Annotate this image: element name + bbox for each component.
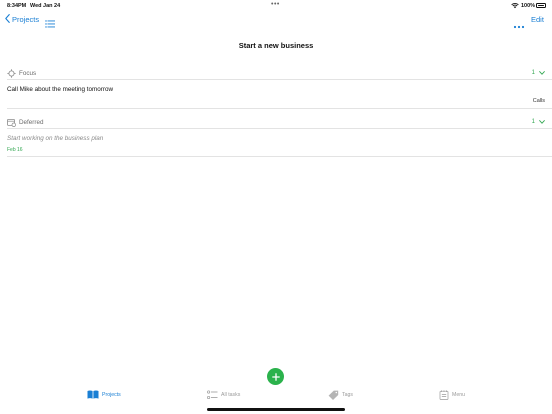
navigation-bar: Projects Edit	[0, 13, 552, 29]
section-label: Focus	[19, 69, 37, 77]
divider	[7, 79, 552, 80]
edit-button[interactable]: Edit	[531, 15, 544, 24]
chevron-down-icon[interactable]	[539, 70, 545, 77]
task-date: Feb 16	[7, 147, 23, 153]
status-date: Wed Jan 24	[30, 3, 61, 9]
task-title[interactable]: Call Mike about the meeting tomorrow	[7, 86, 113, 93]
tag-icon	[328, 390, 339, 400]
battery-percentage: 100%	[521, 3, 536, 9]
list-icon[interactable]	[45, 15, 55, 33]
checklist-icon	[207, 390, 218, 400]
tab-label: Menu	[452, 392, 465, 398]
section-label: Deferred	[19, 118, 44, 126]
task-title[interactable]: Start working on the business plan	[7, 135, 103, 142]
tab-bar: Projects All tasks Tags Menu	[0, 390, 552, 406]
divider	[7, 128, 552, 129]
focus-target-icon	[7, 68, 16, 78]
status-time: 8:34PM	[7, 3, 27, 9]
add-task-button[interactable]	[267, 368, 284, 385]
tab-tags[interactable]: Tags	[328, 390, 353, 400]
divider	[7, 108, 552, 109]
home-indicator[interactable]	[207, 408, 345, 411]
chevron-down-icon[interactable]	[539, 119, 545, 126]
divider	[7, 156, 552, 157]
book-icon	[87, 390, 99, 399]
tab-projects[interactable]: Projects	[87, 390, 121, 399]
task-tag[interactable]: Calls	[533, 98, 545, 104]
section-header-focus[interactable]: Focus 1	[7, 67, 547, 79]
back-button[interactable]: Projects	[5, 14, 39, 25]
tab-label: Tags	[342, 392, 353, 398]
tab-label: All tasks	[221, 392, 241, 398]
notepad-icon	[439, 390, 449, 400]
back-button-label: Projects	[12, 15, 40, 24]
more-options-icon[interactable]	[513, 16, 525, 34]
battery-icon	[536, 3, 546, 8]
plus-icon	[271, 368, 280, 386]
calendar-clock-icon	[7, 118, 16, 127]
tab-all-tasks[interactable]: All tasks	[207, 390, 240, 400]
wifi-icon	[511, 2, 519, 11]
status-bar: 8:34PM Wed Jan 24 ••• 100%	[0, 0, 552, 12]
section-count: 1	[531, 119, 535, 125]
multitasking-dots[interactable]: •••	[271, 1, 280, 8]
section-count: 1	[531, 70, 535, 76]
section-header-deferred[interactable]: Deferred 1	[7, 116, 547, 128]
tab-label: Projects	[102, 391, 121, 398]
chevron-left-icon	[5, 14, 12, 25]
tab-menu[interactable]: Menu	[439, 390, 465, 400]
page-title: Start a new business	[238, 41, 314, 50]
